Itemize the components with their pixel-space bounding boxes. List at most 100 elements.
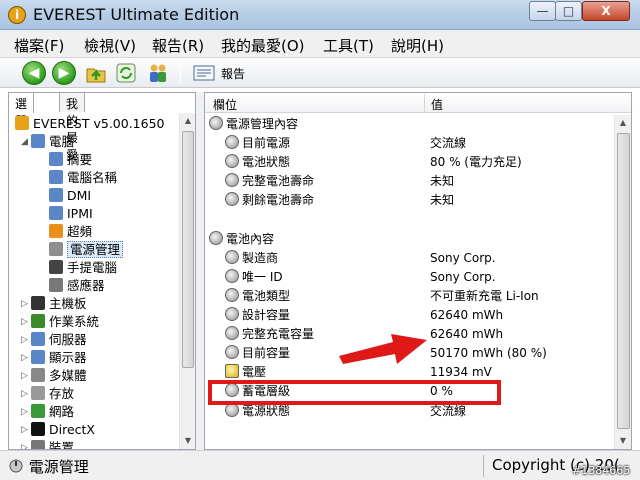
display-icon [31, 350, 45, 364]
tree-item[interactable]: ▷ 顯示器 [21, 349, 87, 367]
tab-favorites[interactable]: 我的最愛 [59, 92, 86, 162]
scroll-down-arrow-icon[interactable]: ▼ [615, 433, 631, 449]
tree-item[interactable]: ▷ 多媒體 [21, 367, 87, 385]
tree-item[interactable]: ▷ 裝置 [21, 439, 74, 449]
back-button[interactable]: ◀ [22, 61, 46, 85]
tree-scrollbar[interactable]: ▲ ▼ [179, 113, 195, 449]
value-cell: 50170 mWh (80 %) [430, 346, 547, 361]
report-icon [193, 65, 215, 81]
tree-expander-icon[interactable]: ▷ [21, 421, 28, 439]
column-field-header[interactable]: 欄位 [213, 96, 237, 113]
report-label[interactable]: 報告 [221, 65, 245, 82]
field-label: 電源管理內容 [226, 117, 299, 131]
tree-expander-icon[interactable]: ◢ [21, 133, 28, 151]
menu-tools[interactable]: 工具(T) [323, 35, 374, 56]
tree-item[interactable]: ▷ 作業系統 [21, 313, 99, 331]
table-row[interactable]: 唯一 ID Sony Corp. [205, 268, 614, 286]
close-button[interactable]: X [582, 1, 630, 21]
tree-item[interactable]: 電源管理 [49, 241, 124, 259]
details-scrollbar[interactable]: ▲ ▼ [614, 115, 631, 449]
tree-item[interactable]: 電腦名稱 [49, 169, 117, 187]
tree-item[interactable]: ▷ 伺服器 [21, 331, 87, 349]
scroll-up-arrow-icon[interactable]: ▲ [615, 115, 631, 131]
field-cell: 製造商 [225, 249, 278, 267]
value-cell: 80 % (電力充足) [430, 155, 522, 170]
group-header-row[interactable]: 電池內容 [205, 230, 614, 248]
menu-help[interactable]: 說明(H) [391, 35, 444, 56]
tree-expander-icon[interactable]: ▷ [21, 331, 28, 349]
power-item-icon [225, 268, 239, 283]
tree-item-label: EVEREST v5.00.1650 [33, 116, 165, 131]
windows-icon [31, 314, 45, 328]
field-cell: 電池類型 [225, 287, 290, 305]
tree-item[interactable]: 超頻 [49, 223, 92, 241]
table-row[interactable]: 設計容量 62640 mWh [205, 306, 614, 324]
tree-item-label: DMI [67, 188, 92, 203]
column-value-header[interactable]: 值 [431, 96, 443, 113]
tree-scroll-thumb[interactable] [182, 131, 194, 368]
field-cell: 完整電池壽命 [225, 172, 314, 190]
tree-expander-icon[interactable]: ▷ [21, 367, 28, 385]
tree-item[interactable]: 摘要 [49, 151, 92, 169]
tree-item[interactable]: ▷ 主機板 [21, 295, 87, 313]
tree-expander-icon[interactable]: ▷ [21, 313, 28, 331]
forward-button[interactable]: ▶ [52, 61, 76, 85]
tree-expander-icon[interactable]: ▷ [21, 403, 28, 421]
tree-item[interactable]: ◢ 電腦 [21, 133, 74, 151]
scroll-up-arrow-icon[interactable]: ▲ [180, 113, 196, 129]
value-cell: 62640 mWh [430, 327, 504, 342]
power-item-icon [225, 345, 239, 360]
field-cell: 完整充電容量 [225, 325, 314, 343]
power-item-icon [225, 135, 239, 150]
devices-icon [31, 440, 45, 449]
tree-item[interactable]: DMI [49, 187, 91, 205]
group-header-row[interactable]: 電源管理內容 [205, 115, 614, 133]
menu-file[interactable]: 檔案(F) [14, 35, 64, 56]
value-cell: 交流線 [430, 136, 467, 151]
table-row[interactable]: 製造商 Sony Corp. [205, 249, 614, 267]
tree-item-label: 多媒體 [49, 368, 87, 383]
tree-expander-icon[interactable]: ▷ [21, 439, 28, 449]
server-icon [31, 332, 45, 346]
tree-expander-icon[interactable]: ▷ [21, 295, 28, 313]
tree-item[interactable]: ▷ DirectX [21, 421, 95, 439]
panel-splitter[interactable] [196, 92, 204, 450]
tab-menu[interactable]: 選單 [8, 92, 35, 128]
maximize-button[interactable]: □ [555, 1, 582, 21]
table-row[interactable]: 剩餘電池壽命 未知 [205, 191, 614, 209]
table-row[interactable]: 電池狀態 80 % (電力充足) [205, 153, 614, 171]
up-folder-button[interactable] [84, 61, 108, 85]
tree-item[interactable]: EVEREST v5.00.1650 [15, 115, 165, 133]
menu-report[interactable]: 報告(R) [152, 35, 204, 56]
menu-view[interactable]: 檢視(V) [84, 35, 136, 56]
details-scroll-thumb[interactable] [617, 133, 630, 429]
users-icon [150, 64, 166, 82]
scroll-down-arrow-icon[interactable]: ▼ [180, 433, 196, 449]
tree-item[interactable]: IPMI [49, 205, 93, 223]
menu-favorites[interactable]: 我的最愛(O) [221, 35, 305, 56]
ipmi-icon [49, 206, 63, 220]
minimize-button[interactable]: — [529, 1, 556, 21]
refresh-button[interactable] [114, 61, 138, 85]
table-row[interactable]: 電池類型 不可重新充電 Li-Ion [205, 287, 614, 305]
tree-expander-icon[interactable]: ▷ [21, 349, 28, 367]
users-button[interactable] [146, 61, 170, 85]
tree-item[interactable]: 感應器 [49, 277, 105, 295]
tree-item[interactable]: ▷ 網路 [21, 403, 74, 421]
field-label: 電池類型 [242, 288, 291, 303]
tree-item-label: 顯示器 [49, 350, 87, 365]
column-divider[interactable] [424, 94, 425, 112]
tree-item[interactable]: 手提電腦 [49, 259, 117, 277]
status-bar: 電源管理 Copyright (c) 20( [0, 450, 640, 480]
everest-app-icon: i [8, 6, 26, 24]
report-icon-button[interactable] [192, 61, 216, 85]
tree-item-label: 手提電腦 [67, 260, 118, 275]
table-row[interactable]: 目前電源 交流線 [205, 134, 614, 152]
computer-icon [31, 134, 45, 148]
voltage-warning-icon [225, 364, 239, 379]
tree-item[interactable]: ▷ 存放 [21, 385, 74, 403]
value-cell: 62640 mWh [430, 308, 504, 322]
motherboard-icon [31, 296, 45, 310]
tree-expander-icon[interactable]: ▷ [21, 385, 28, 403]
table-row[interactable]: 完整電池壽命 未知 [205, 172, 614, 190]
